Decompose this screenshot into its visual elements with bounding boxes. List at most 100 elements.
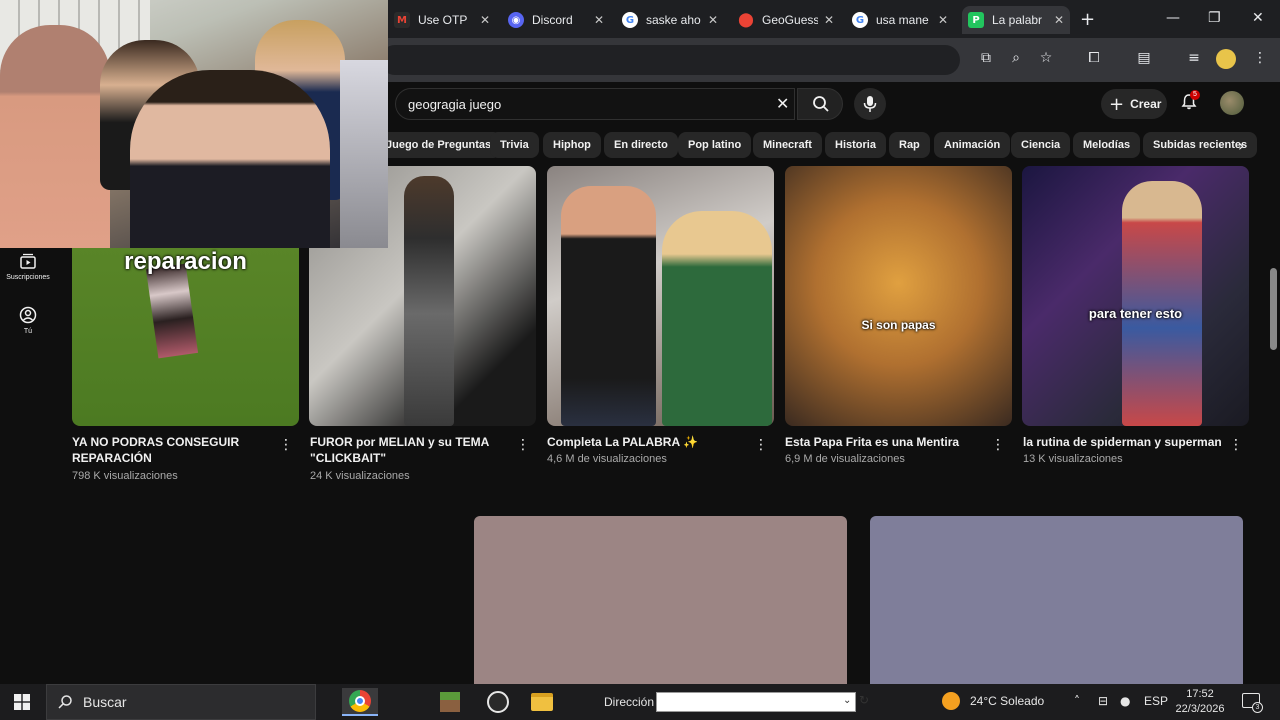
taskbar-obs[interactable] — [480, 688, 516, 716]
more-options-icon[interactable]: ⋮ — [279, 437, 293, 453]
short-title[interactable]: la rutina de spiderman y superman — [1023, 434, 1228, 450]
browser-menu-icon[interactable]: ⋮ — [1250, 50, 1270, 70]
refresh-icon[interactable]: ↻ — [859, 693, 869, 707]
notification-center-count: 3 — [1252, 702, 1263, 713]
notification-badge: 5 — [1190, 90, 1200, 100]
windows-start-icon[interactable] — [14, 694, 30, 710]
profile-avatar[interactable] — [1216, 49, 1236, 69]
media-control-icon[interactable]: ≡ — [1184, 50, 1204, 70]
weather-icon — [942, 692, 960, 710]
more-options-icon[interactable]: ⋮ — [991, 437, 1005, 453]
taskbar-minecraft[interactable] — [432, 688, 468, 716]
search-button[interactable] — [797, 88, 843, 120]
taskbar-file-explorer[interactable] — [524, 688, 560, 716]
close-tab-icon[interactable]: ✕ — [708, 13, 718, 27]
video-placeholder[interactable] — [474, 516, 847, 686]
chip-pop-latino[interactable]: Pop latino — [678, 132, 752, 158]
taskbar-search-box[interactable]: Buscar — [46, 684, 316, 720]
sidebar-item-you[interactable]: Tú — [0, 306, 56, 335]
tab-discord[interactable]: ◉ Discord ✕ — [502, 6, 610, 34]
more-options-icon[interactable]: ⋮ — [1229, 437, 1243, 453]
address-toolbar-input[interactable] — [656, 692, 856, 712]
person — [340, 60, 388, 248]
close-tab-icon[interactable]: ✕ — [824, 13, 834, 27]
chip-historia[interactable]: Historia — [825, 132, 886, 158]
short-title[interactable]: Completa La PALABRA ✨ — [547, 434, 747, 450]
short-views: 24 K visualizaciones — [310, 470, 410, 482]
chip-trivia[interactable]: Trivia — [490, 132, 539, 158]
network-icon[interactable]: ⊟ — [1098, 694, 1108, 708]
video-placeholder[interactable] — [870, 516, 1243, 686]
google-icon: G — [622, 12, 638, 28]
address-toolbar-label: Dirección — [604, 695, 655, 709]
close-tab-icon[interactable]: ✕ — [1054, 13, 1064, 27]
create-button[interactable]: + Crear — [1101, 89, 1167, 119]
tab-title: usa mane — [876, 13, 929, 27]
page-scrollbar[interactable] — [1268, 126, 1280, 684]
clear-search-icon[interactable]: ✕ — [776, 94, 789, 113]
obs-icon — [487, 691, 509, 713]
omnibox[interactable] — [380, 45, 960, 75]
thumbnail-figure — [1122, 181, 1202, 426]
short-thumbnail[interactable]: para tener esto — [1022, 166, 1249, 426]
tab-geoguessr[interactable]: ⬤ GeoGuess ✕ — [732, 6, 840, 34]
sidebar-item-label: Tú — [23, 328, 33, 335]
language-indicator[interactable]: ESP — [1144, 694, 1168, 708]
chip-animacion[interactable]: Animación — [934, 132, 1011, 158]
chip-rap[interactable]: Rap — [889, 132, 930, 158]
tab-google-search[interactable]: G saske aho ✕ — [616, 6, 724, 34]
more-options-icon[interactable]: ⋮ — [516, 437, 530, 453]
tab-gmail[interactable]: M Use OTP ✕ — [388, 6, 496, 34]
chip-melodias[interactable]: Melodías — [1073, 132, 1141, 158]
short-title[interactable]: YA NO PODRAS CONSEGUIR REPARACIÓN — [72, 434, 272, 466]
google-icon: G — [852, 12, 868, 28]
clock-time: 17:52 — [1186, 688, 1214, 700]
thumbnail-caption: Si son papas — [861, 318, 936, 332]
you-icon — [19, 306, 37, 324]
chevron-down-icon[interactable]: ⌄ — [843, 695, 851, 706]
search-input[interactable]: geogragia juego — [395, 88, 795, 120]
bookmark-star-icon[interactable]: ☆ — [1036, 50, 1056, 70]
short-views: 798 K visualizaciones — [72, 470, 178, 482]
short-thumbnail[interactable]: Si son papas — [785, 166, 1012, 426]
reading-list-icon[interactable]: ▤ — [1134, 50, 1154, 70]
avatar[interactable] — [1220, 91, 1244, 115]
short-title[interactable]: Esta Papa Frita es una Mentira — [785, 434, 985, 450]
tab-google-search-2[interactable]: G usa mane ✕ — [846, 6, 954, 34]
chip-en-directo[interactable]: En directo — [604, 132, 678, 158]
minimize-button[interactable]: — — [1166, 10, 1180, 26]
short-views: 13 K visualizaciones — [1023, 453, 1123, 465]
more-options-icon[interactable]: ⋮ — [754, 437, 768, 453]
filter-chips: Juego de Preguntas Trivia Hiphop En dire… — [380, 132, 1260, 158]
microphone-icon[interactable]: ● — [1120, 694, 1130, 708]
sidebar-item-subscriptions[interactable]: Suscripciones — [0, 252, 56, 281]
maximize-button[interactable]: ❐ — [1208, 10, 1221, 26]
chip-hiphop[interactable]: Hiphop — [543, 132, 601, 158]
taskbar-chrome[interactable] — [342, 688, 378, 716]
thumbnail-caption: para tener esto — [1088, 306, 1183, 321]
install-app-icon[interactable]: ⧉ — [976, 50, 996, 70]
close-tab-icon[interactable]: ✕ — [480, 13, 490, 27]
chevron-up-icon[interactable]: ˄ — [1074, 694, 1080, 708]
short-views: 6,9 M de visualizaciones — [785, 453, 905, 465]
chip-juego-de-preguntas[interactable]: Juego de Preguntas — [380, 132, 502, 158]
close-tab-icon[interactable]: ✕ — [938, 13, 948, 27]
zoom-icon[interactable]: ⌕ — [1006, 50, 1026, 70]
system-clock[interactable]: 17:52 22/3/2026 — [1172, 687, 1228, 717]
short-thumbnail[interactable] — [547, 166, 774, 426]
scrollbar-thumb[interactable] — [1270, 268, 1277, 350]
close-window-button[interactable]: ✕ — [1252, 10, 1264, 26]
new-tab-button[interactable]: + — [1080, 9, 1095, 30]
close-tab-icon[interactable]: ✕ — [594, 13, 604, 27]
chip-minecraft[interactable]: Minecraft — [753, 132, 822, 158]
chevron-right-icon[interactable]: › — [1238, 136, 1244, 155]
tab-title: saske aho — [646, 13, 701, 27]
tab-title: Discord — [532, 13, 573, 27]
voice-search-button[interactable] — [854, 88, 886, 120]
weather-text[interactable]: 24°C Soleado — [970, 694, 1044, 708]
discord-icon: ◉ — [508, 12, 524, 28]
short-title[interactable]: FUROR por MELIAN y su TEMA "CLICKBAIT" — [310, 434, 510, 466]
tab-la-palabra[interactable]: P La palabr ✕ — [962, 6, 1070, 34]
chip-ciencia[interactable]: Ciencia — [1011, 132, 1071, 158]
extensions-icon[interactable]: ⧠ — [1084, 50, 1104, 70]
